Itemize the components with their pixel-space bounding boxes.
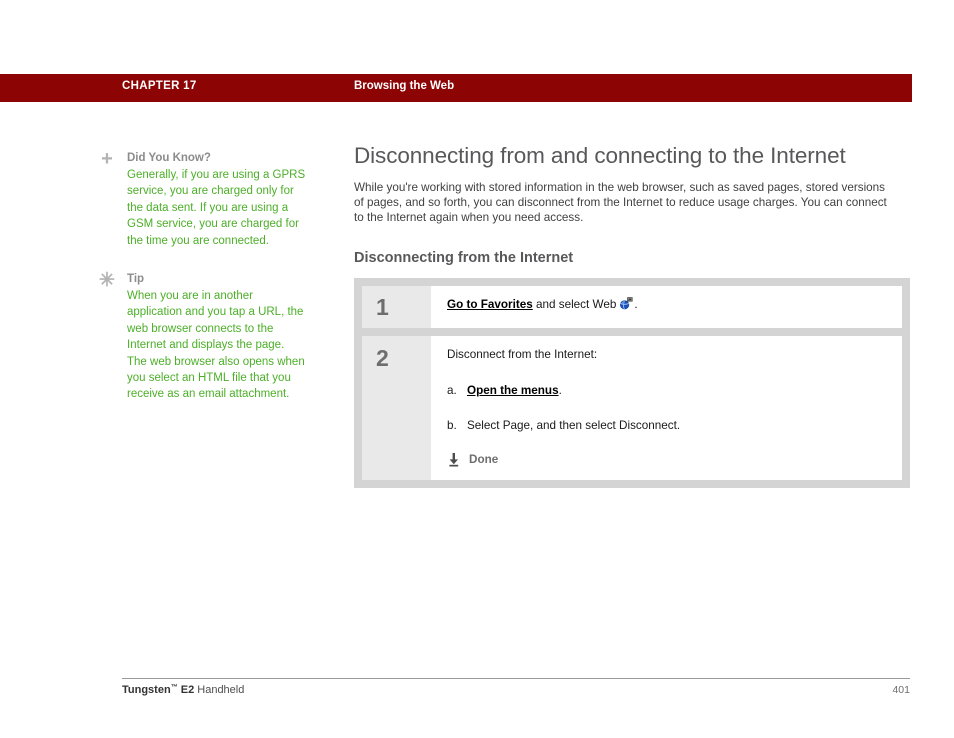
step-content: Disconnect from the Internet: a. Open th… (431, 336, 902, 481)
note-title: Tip (127, 273, 145, 286)
list-item: b. Select Page, and then select Disconne… (447, 418, 888, 434)
substep-text: Select Page, and then select Disconnect. (467, 419, 681, 433)
step-text-end: . (634, 297, 638, 311)
step-number: 1 (362, 285, 431, 329)
procedure-steps-table: 1 Go to Favorites and select Web. 2 Disc… (354, 277, 910, 489)
page-footer: Tungsten™ E2 Handheld 401 (122, 678, 910, 696)
table-row: 2 Disconnect from the Internet: a. Open … (362, 336, 902, 481)
substep-text: Open the menus. (467, 383, 562, 399)
page-intro-paragraph: While you're working with stored informa… (354, 181, 887, 225)
margin-notes-column: + Did You Know? Generally, if you are us… (96, 148, 306, 425)
done-marker: Done (447, 452, 888, 468)
asterisk-icon: ✳ (99, 270, 115, 292)
footer-device-type: Handheld (194, 684, 245, 696)
done-label: Done (469, 452, 499, 466)
page-title: Disconnecting from and connecting to the… (354, 143, 846, 168)
footer-model: E2 (177, 684, 195, 696)
note-body: When you are in another application and … (127, 290, 305, 401)
substep-marker: a. (447, 383, 457, 397)
note-tip: ✳ Tip When you are in another applicatio… (96, 271, 306, 403)
download-arrow-icon (447, 452, 469, 467)
chapter-header-bar: CHAPTER 17 Browsing the Web (0, 74, 912, 102)
footer-product-line: Tungsten™ E2 Handheld (122, 684, 244, 696)
table-row: 1 Go to Favorites and select Web. (362, 285, 902, 329)
main-content-column: Disconnecting from and connecting to the… (354, 142, 910, 489)
chapter-topic: Browsing the Web (354, 80, 455, 92)
step-number: 2 (362, 336, 431, 481)
web-app-icon (619, 296, 633, 316)
page-number: 401 (892, 684, 910, 696)
step-content: Go to Favorites and select Web. (431, 285, 902, 329)
footer-product-name: Tungsten (122, 684, 171, 696)
cross-reference-link[interactable]: Open the menus (467, 384, 559, 397)
chapter-label: CHAPTER 17 (122, 80, 197, 92)
note-body: Generally, if you are using a GPRS servi… (127, 169, 306, 247)
substep-text-after: . (558, 383, 562, 397)
substep-marker: b. (447, 419, 457, 433)
plus-icon: + (101, 148, 113, 170)
note-did-you-know: + Did You Know? Generally, if you are us… (96, 148, 306, 249)
note-title: Did You Know? (127, 152, 211, 164)
cross-reference-link[interactable]: Go to Favorites (447, 298, 533, 311)
section-title: Disconnecting from the Internet (354, 249, 574, 266)
step-lead-text: Disconnect from the Internet: (447, 348, 598, 362)
step-text: and select Web (532, 297, 617, 311)
list-item: a. Open the menus. (447, 383, 888, 399)
trademark-symbol: ™ (170, 684, 178, 691)
